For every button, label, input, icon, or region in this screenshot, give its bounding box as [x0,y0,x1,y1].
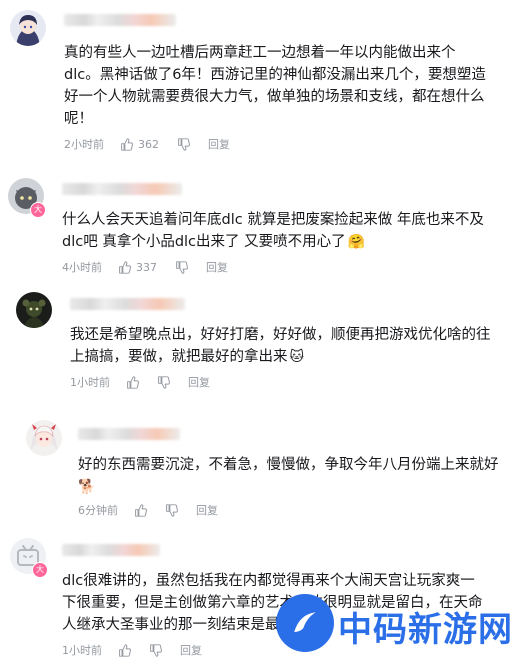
like-count: 337 [136,260,157,274]
comment-time: 1小时前 [62,644,102,657]
dog-emoji-icon: 🐕 [78,479,96,495]
comment-text-line: 我还是希望晚点出，好好打磨，好好做，顺便再把游戏优化啥的往 [70,327,491,343]
comment-meta: 1小时前 回复 [62,642,202,658]
dislike-button[interactable] [157,375,170,389]
comment-text-line: 真的有些人一边吐槽后两章赶工一边想着一年以内能做出来个 [64,45,456,61]
comment-text-line: 好的东西需要沉淀，不着急，慢慢做，争取今年八月份端上来就好 [78,457,499,473]
comment-text-line: dlc。黑神话做了6年！西游记里的神仙都没漏出来几个，要想塑造 [64,67,486,83]
swoosh-logo-icon [294,612,316,632]
like-button[interactable]: 362 [120,138,159,151]
comment-meta: 2小时前 362 回复 [64,136,230,152]
thumbs-up-icon [127,375,139,389]
reply-button[interactable]: 回复 [188,374,210,390]
reply-button[interactable]: 回复 [180,642,202,658]
comment-text-line: 🐕 [78,476,95,498]
thumbs-down-icon [158,375,170,389]
watermark-logo [276,594,334,652]
thumbs-down-icon [150,643,162,657]
level-badge: 大 [30,202,46,218]
comment-time: 2小时前 [64,138,104,151]
like-button[interactable] [126,375,139,389]
thumbs-down-icon [176,260,188,274]
username-blurred[interactable] [70,298,185,310]
like-button[interactable] [134,503,147,517]
comment-text-line-content: 上搞搞，要做，就把最好的拿出来 [70,349,288,365]
thumbs-up-icon [135,503,147,517]
comment-meta: 6分钟前 回复 [78,502,218,518]
thumbs-up-icon [119,643,131,657]
anime-avatar-icon [10,10,46,46]
comment-text-line: dlc吧 真拿个小品dlc出来了 又要喷不用心了 🤗 [62,231,365,253]
avatar[interactable] [26,420,62,456]
avatar[interactable] [16,292,52,328]
comment-time: 1小时前 [70,376,110,389]
dislike-button[interactable] [177,137,190,151]
level-badge: 大 [32,562,48,578]
comment-text-line-content: dlc吧 真拿个小品dlc出来了 又要喷不用心了 [62,234,346,250]
dislike-button[interactable] [175,260,188,274]
username-blurred[interactable] [62,183,182,195]
reply-button[interactable]: 回复 [206,259,228,275]
thumbs-down-icon [166,503,178,517]
reply-button[interactable]: 回复 [208,136,230,152]
like-count: 362 [138,137,159,151]
dislike-button[interactable] [165,503,178,517]
username-blurred[interactable] [78,428,180,440]
anime-girl-avatar-icon [26,420,62,456]
thumbs-down-icon [178,137,190,151]
reply-button[interactable]: 回复 [196,502,218,518]
comment-text-line: 好一个人物就需要费很大力气，做单独的场景和支线，都在想什么 [64,89,485,105]
comment-text-line: dlc很难讲的，虽然包括我在内都觉得再来个大闹天宫让玩家爽一 [62,573,475,589]
watermark-text: 中码新游网 [338,610,512,650]
avatar[interactable] [10,10,46,46]
hug-emoji-icon: 🤗 [347,234,366,250]
comment-text-line: 呢！ [64,111,93,127]
comment-text-line: 上搞搞，要做，就把最好的拿出来 🐱 [70,346,304,368]
dark-character-avatar-icon [16,292,52,328]
like-button[interactable] [118,643,131,657]
thumbs-up-icon [119,260,131,274]
username-blurred[interactable] [64,14,176,26]
cat-emoji-icon: 🐱 [289,349,305,365]
username-blurred[interactable] [62,544,160,556]
comment-text-line: 人继承大圣事业的那一刻结束是最 [62,617,280,633]
comment-time: 6分钟前 [78,504,118,517]
comment-text-line: 什么人会天天追着问年底dlc 就算是把废案捡起来做 年底也来不及 [62,212,484,228]
comment-time: 4小时前 [62,261,102,274]
comment-meta: 1小时前 回复 [70,374,210,390]
like-button[interactable]: 337 [118,261,157,274]
thumbs-up-icon [121,137,133,151]
dislike-button[interactable] [149,643,162,657]
comment-meta: 4小时前 337 回复 [62,259,228,275]
